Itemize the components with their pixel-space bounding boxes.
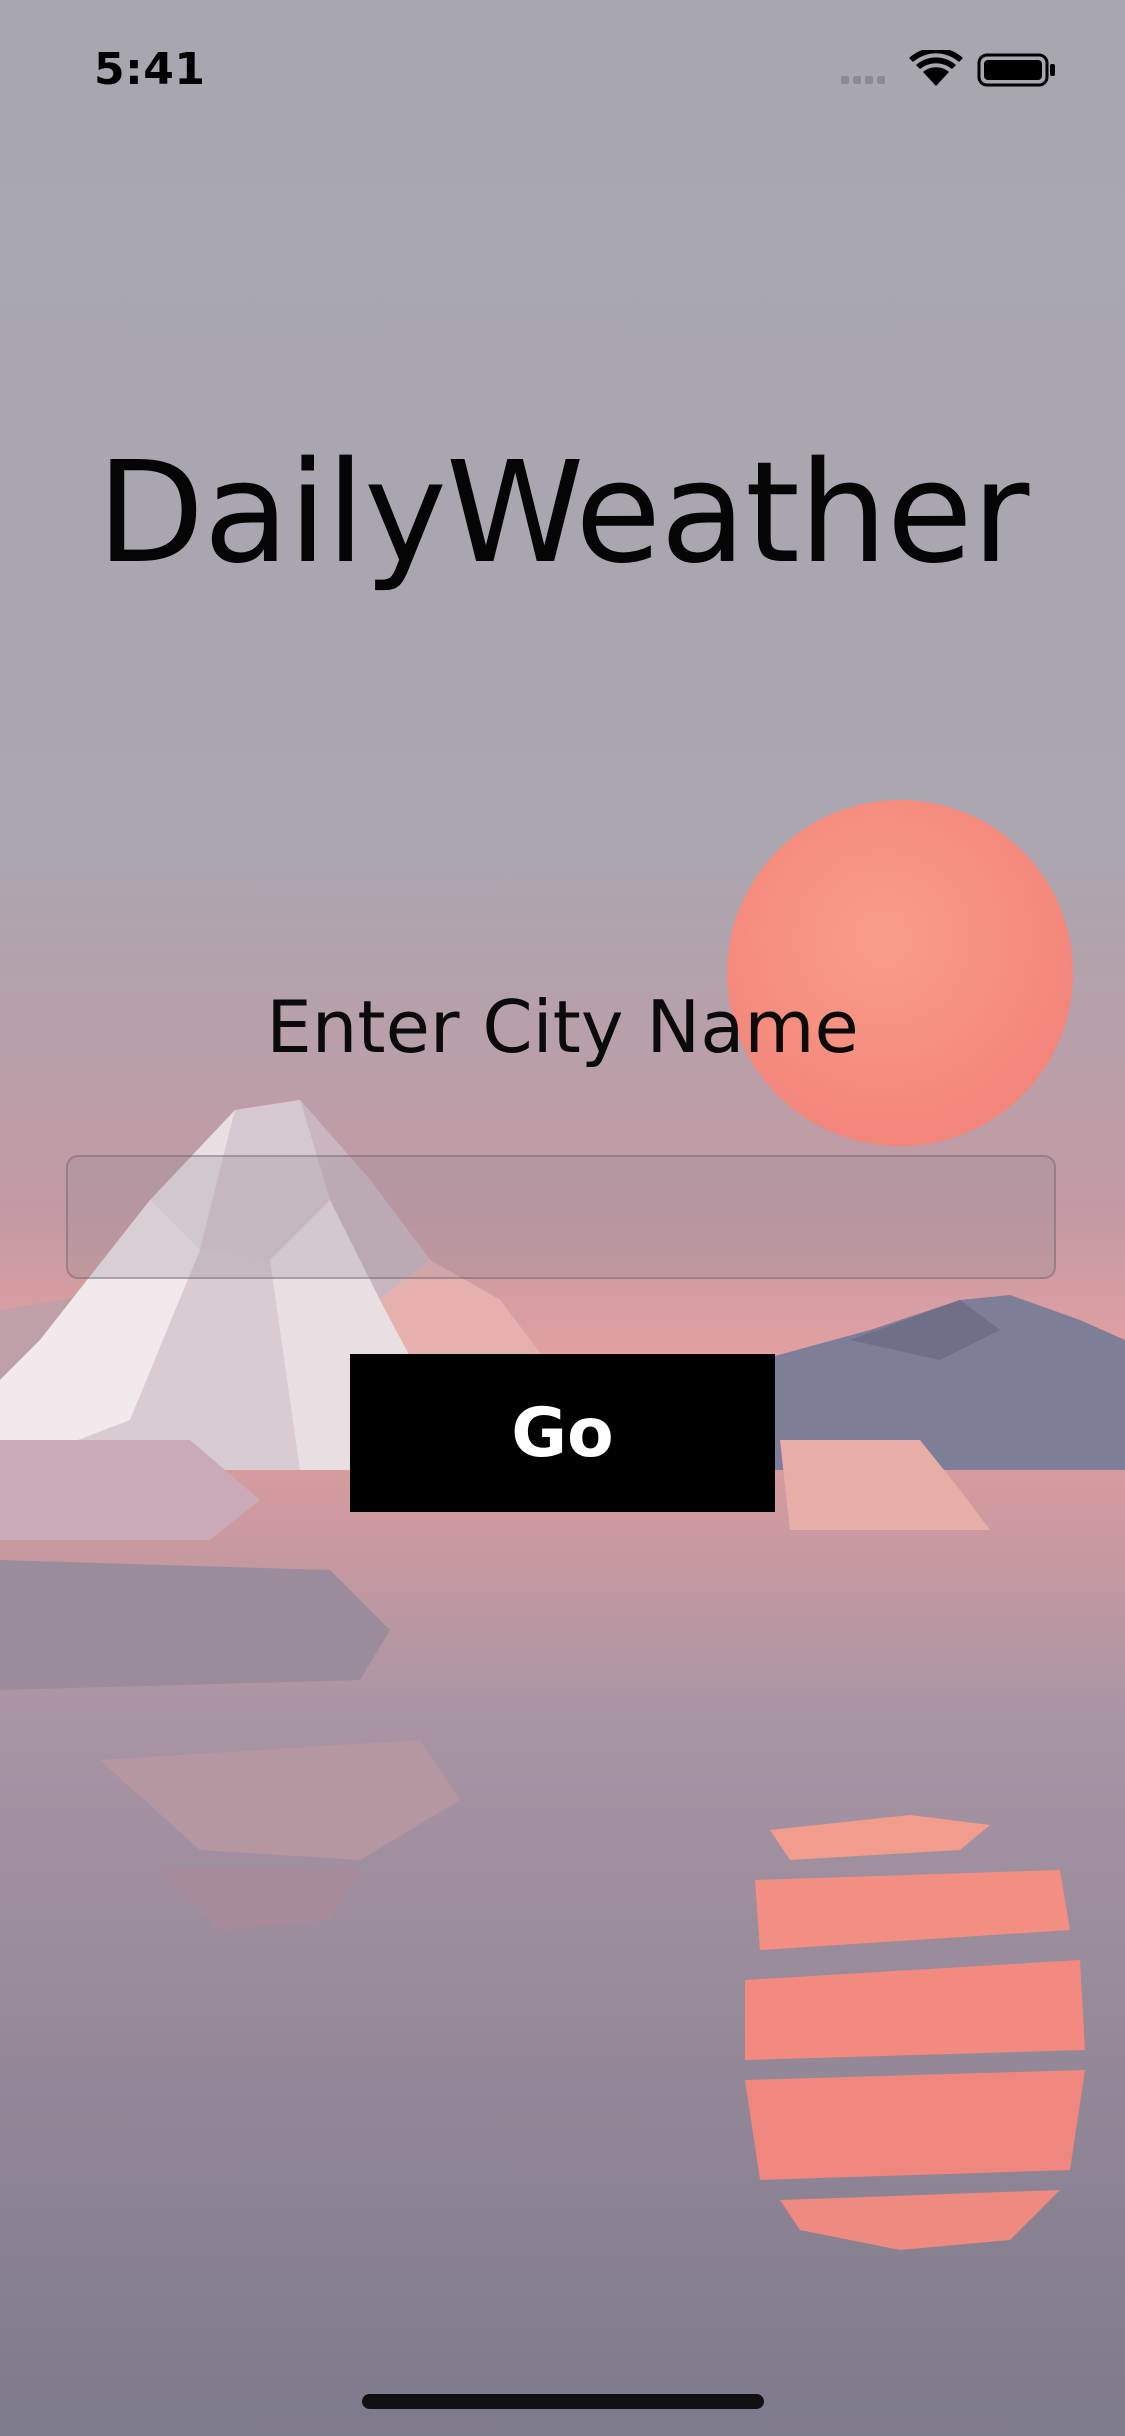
go-button[interactable]: Go bbox=[350, 1354, 775, 1512]
home-indicator bbox=[362, 2394, 764, 2409]
status-time: 5:41 bbox=[94, 44, 206, 95]
status-icons bbox=[841, 50, 1055, 87]
signal-icon bbox=[841, 76, 885, 84]
status-bar: 5:41 bbox=[0, 0, 1125, 140]
go-button-label: Go bbox=[511, 1393, 614, 1473]
city-name-input[interactable] bbox=[66, 1155, 1056, 1279]
city-prompt-label: Enter City Name bbox=[266, 985, 859, 1069]
app-title: DailyWeather bbox=[96, 432, 1030, 595]
wifi-icon bbox=[909, 50, 963, 86]
battery-icon bbox=[977, 53, 1055, 87]
